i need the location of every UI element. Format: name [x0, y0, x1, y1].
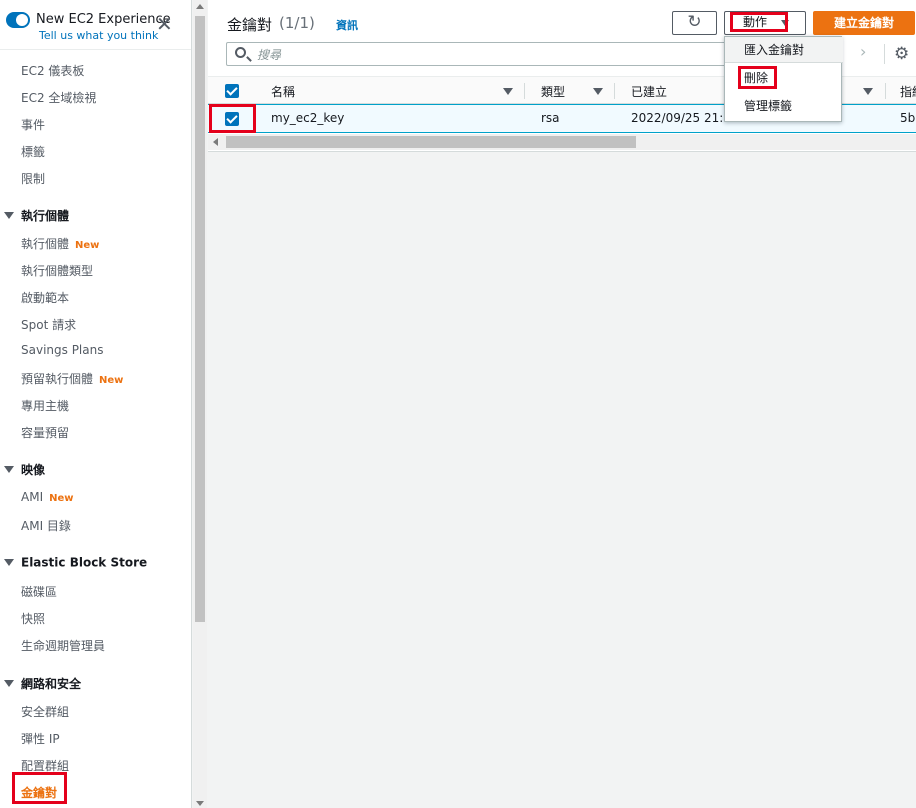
- collapse-triangle-icon: [4, 680, 14, 687]
- cell-name: my_ec2_key: [271, 111, 345, 125]
- close-icon[interactable]: ✕: [156, 14, 173, 34]
- cell-created: 2022/09/25 21:: [631, 111, 724, 125]
- highlight-box-key-pairs: [12, 772, 67, 804]
- sidebar-item-global-view[interactable]: EC2 全域檢視: [21, 89, 96, 106]
- sidebar-item-launch-templates[interactable]: 啟動範本: [21, 289, 69, 306]
- sidebar-section-network-security[interactable]: 網路和安全: [4, 675, 81, 692]
- new-experience-toggle[interactable]: [6, 12, 30, 28]
- menu-item-manage-tags[interactable]: 管理標籤: [725, 93, 843, 119]
- ec2-console: New EC2 Experience Tell us what you thin…: [0, 0, 916, 808]
- column-header-fingerprint[interactable]: 指紋: [900, 83, 916, 100]
- scroll-down-arrow-icon[interactable]: [196, 801, 204, 806]
- sidebar-item-security-groups[interactable]: 安全群組: [21, 703, 69, 720]
- column-header-created[interactable]: 已建立: [631, 83, 667, 100]
- sidebar-item-dashboard[interactable]: EC2 儀表板: [21, 62, 84, 79]
- sidebar-item-elastic-ips[interactable]: 彈性 IP: [21, 730, 60, 747]
- gear-icon[interactable]: ⚙: [894, 44, 909, 64]
- search-icon: [235, 47, 246, 58]
- page-title: 金鑰對: [227, 16, 273, 34]
- refresh-button[interactable]: ↻: [672, 11, 717, 35]
- sidebar-section-instances[interactable]: 執行個體: [4, 207, 69, 224]
- highlight-box-checkbox: [209, 104, 256, 133]
- sidebar-item-capacity-reservations[interactable]: 容量預留: [21, 424, 69, 441]
- sidebar-item-events[interactable]: 事件: [21, 116, 45, 133]
- sidebar-item-reserved-instances[interactable]: 預留執行個體 New: [21, 370, 123, 387]
- sidebar: New EC2 Experience Tell us what you thin…: [0, 0, 192, 808]
- sidebar-item-ami-catalog[interactable]: AMI 目錄: [21, 517, 71, 534]
- sidebar-item-dedicated-hosts[interactable]: 專用主機: [21, 397, 69, 414]
- search-placeholder: 搜尋: [257, 48, 282, 62]
- sidebar-item-lifecycle-manager[interactable]: 生命週期管理員: [21, 637, 105, 654]
- scroll-up-arrow-icon[interactable]: [196, 4, 204, 9]
- sidebar-section-images[interactable]: 映像: [4, 461, 45, 478]
- new-badge: New: [99, 375, 124, 386]
- sidebar-scrollbar[interactable]: [193, 0, 207, 808]
- new-badge: New: [75, 240, 100, 251]
- table-horizontal-scrollbar[interactable]: [208, 134, 916, 150]
- main-content: 金鑰對 (1/1) 資訊 ↻ 動作 建立金鑰對 搜尋 › ⚙ 名稱 類型 已建立…: [208, 0, 916, 808]
- scrollbar-thumb[interactable]: [226, 136, 636, 148]
- sort-triangle-icon[interactable]: [593, 88, 603, 95]
- highlight-box-delete: [738, 66, 777, 89]
- cell-fingerprint: 5b: [900, 111, 916, 125]
- sidebar-item-snapshots[interactable]: 快照: [21, 610, 45, 627]
- highlight-box-actions: [730, 12, 788, 32]
- sort-triangle-icon[interactable]: [503, 88, 513, 95]
- sidebar-item-instances[interactable]: 執行個體 New: [21, 235, 99, 252]
- sidebar-section-ebs[interactable]: Elastic Block Store: [4, 555, 147, 570]
- select-all-checkbox[interactable]: [225, 84, 239, 98]
- feedback-link[interactable]: Tell us what you think: [39, 29, 158, 42]
- column-divider: [614, 83, 615, 99]
- new-experience-title: New EC2 Experience: [36, 12, 171, 27]
- column-header-type[interactable]: 類型: [541, 83, 565, 100]
- sidebar-item-spot-requests[interactable]: Spot 請求: [21, 316, 76, 333]
- collapse-triangle-icon: [4, 466, 14, 473]
- cell-type: rsa: [541, 111, 560, 125]
- info-link[interactable]: 資訊: [336, 17, 358, 33]
- chevron-right-icon[interactable]: ›: [860, 42, 866, 61]
- sidebar-item-volumes[interactable]: 磁碟區: [21, 583, 57, 600]
- sidebar-item-ami[interactable]: AMI New: [21, 490, 74, 504]
- column-header-name[interactable]: 名稱: [271, 83, 295, 100]
- sidebar-item-savings-plans[interactable]: Savings Plans: [21, 343, 103, 357]
- divider: [884, 44, 885, 64]
- new-experience-header: New EC2 Experience Tell us what you thin…: [0, 0, 191, 50]
- menu-item-import-key-pair[interactable]: 匯入金鑰對: [725, 37, 843, 63]
- collapse-triangle-icon: [4, 559, 14, 566]
- column-divider: [885, 83, 886, 99]
- sidebar-item-tags[interactable]: 標籤: [21, 143, 45, 160]
- scroll-left-arrow-icon[interactable]: [213, 138, 218, 146]
- new-badge: New: [49, 493, 74, 504]
- create-key-pair-button[interactable]: 建立金鑰對: [813, 11, 915, 35]
- refresh-icon: ↻: [687, 12, 702, 32]
- collapse-triangle-icon: [4, 212, 14, 219]
- sidebar-item-instance-types[interactable]: 執行個體類型: [21, 262, 93, 279]
- sidebar-item-limits[interactable]: 限制: [21, 170, 45, 187]
- item-count: (1/1): [279, 14, 315, 32]
- column-divider: [524, 83, 525, 99]
- scrollbar-thumb[interactable]: [195, 16, 205, 622]
- sort-triangle-icon[interactable]: [863, 88, 873, 95]
- search-input[interactable]: 搜尋: [226, 42, 726, 66]
